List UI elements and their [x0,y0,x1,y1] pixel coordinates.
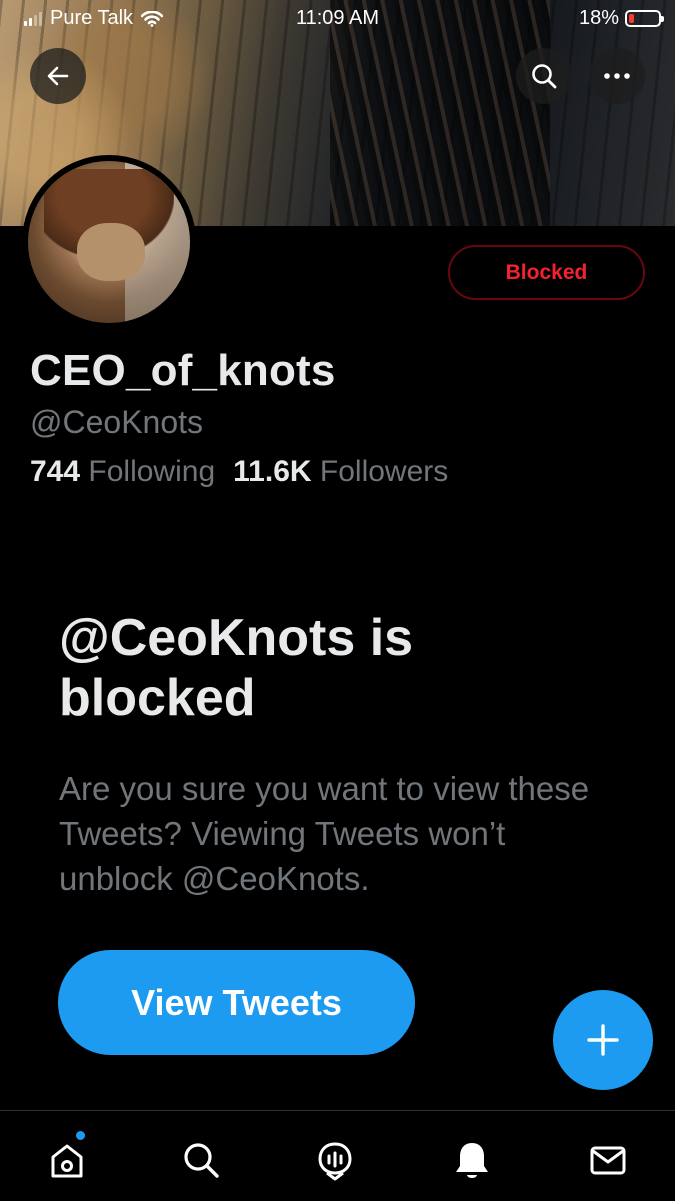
followers-label: Followers [319,455,449,488]
home-icon [51,1144,83,1178]
tab-messages[interactable] [583,1135,633,1185]
followers-link[interactable]: 11.6K Followers [233,455,448,488]
following-label: Following [88,455,216,488]
tab-home[interactable] [42,1131,92,1185]
more-button[interactable] [589,48,645,104]
status-bar: Pure Talk 11:09 AM 18% [0,0,675,38]
plus-icon [587,1024,619,1056]
more-horizontal-icon [604,73,630,79]
bell-icon [456,1143,488,1178]
following-link[interactable]: 744 Following [30,455,215,488]
tab-spaces[interactable] [310,1135,360,1185]
avatar-image [28,161,190,323]
search-icon [532,64,557,89]
clock: 11:09 AM [295,7,380,29]
arrow-left-icon [47,66,69,86]
follow-stats: 744 Following 11.6K Followers [30,455,448,489]
blocked-notice-title: @CeoKnots is blocked [59,609,414,727]
tab-notifications[interactable] [447,1135,497,1185]
back-button[interactable] [30,48,86,104]
spaces-icon [318,1142,352,1181]
following-count: 744 [30,455,81,488]
home-notification-dot [76,1131,85,1140]
bottom-tab-bar [0,1110,675,1201]
blocked-button[interactable]: Blocked [448,245,645,300]
mail-icon [590,1146,626,1175]
followers-count: 11.6K [233,455,312,488]
user-handle: @CeoKnots [30,404,204,440]
tab-search[interactable] [176,1135,226,1185]
blocked-notice-body: Are you sure you want to view these Twee… [59,770,590,897]
search-icon [184,1143,219,1178]
search-button[interactable] [516,48,572,104]
battery-percent: 18% [578,7,619,29]
display-name: CEO_of_knots [30,346,336,395]
view-tweets-button[interactable]: View Tweets [58,950,415,1055]
battery-level [629,14,634,23]
battery-icon [625,10,664,27]
profile-avatar[interactable] [22,155,196,329]
compose-tweet-button[interactable] [553,990,653,1090]
